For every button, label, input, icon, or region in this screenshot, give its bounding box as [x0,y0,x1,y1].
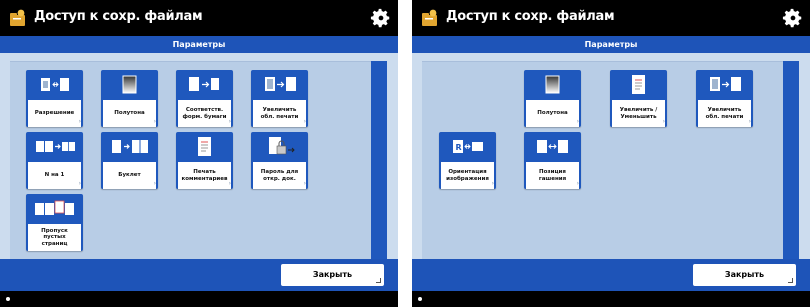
tile-label: Позиция гашения [538,169,567,182]
enlarge-print-area-icon [265,77,296,91]
tile-document-password[interactable]: Пароль для откр. док. › [251,132,308,189]
chevron-right-icon: › [662,118,665,125]
document-password-icon [269,137,295,155]
chevron-right-icon: › [576,180,579,187]
close-button-label: Закрыть [312,270,353,279]
folder-access-icon [10,9,25,26]
tile-label: Пропуск пустых страниц [41,227,68,247]
scroll-strip [783,61,799,259]
tile-halftone[interactable]: Полутона › [101,70,158,127]
tile-label: Соответств. форм. бумаги [182,107,227,120]
enlarge-print-area-icon [710,77,741,91]
options-area: Разрешение › Полутона › Соответств. форм… [10,61,371,259]
folder-access-icon [422,9,437,26]
chevron-right-icon: › [576,118,579,125]
close-button[interactable]: Закрыть [281,264,384,286]
tile-label: Буклет [118,172,141,179]
halftone-icon [545,75,560,94]
tile-print-comments[interactable]: Печать комментариев › [176,132,233,189]
tile-skip-blank-pages[interactable]: Пропуск пустых страниц [26,194,83,251]
corner-mark-icon [376,278,381,283]
status-dot-icon [418,297,422,301]
title-bar: Доступ к сохр. файлам [0,0,398,36]
gear-icon[interactable] [782,7,804,29]
tile-halftone[interactable]: Полутона › [524,70,581,127]
halftone-icon [122,75,137,94]
tile-label: Пароль для откр. док. [260,169,299,182]
corner-mark-icon [788,278,793,283]
status-dot-icon [6,297,10,301]
footer-bar: Закрыть [412,259,810,291]
tile-erase-position[interactable]: Позиция гашения › [524,132,581,189]
tile-zoom[interactable]: Увеличить / Уменьшить › [610,70,667,127]
close-button-label: Закрыть [724,270,765,279]
close-button[interactable]: Закрыть [693,264,796,286]
chevron-right-icon: › [303,180,306,187]
chevron-right-icon: › [228,180,231,187]
svg-text:R: R [456,143,462,152]
chevron-right-icon: › [153,180,156,187]
status-bar [412,291,810,307]
tile-label: N на 1 [44,172,65,179]
zoom-icon [632,75,645,94]
screen-left: Доступ к сохр. файлам Параметры Разрешен… [0,0,398,307]
app-title: Доступ к сохр. файлам [34,9,203,24]
skip-blank-pages-icon [35,200,74,215]
tile-label: Увеличить обл. печати [705,107,744,120]
chevron-right-icon: › [78,180,81,187]
tile-resolution[interactable]: Разрешение › [26,70,83,127]
chevron-right-icon: › [748,118,751,125]
paper-size-match-icon [189,77,219,91]
options-area: Полутона › Увеличить / Уменьшить › Увели… [422,61,783,259]
tile-label: Ориентация изображения [446,169,489,182]
panel-title: Параметры [412,36,810,53]
tile-booklet[interactable]: Буклет › [101,132,158,189]
tile-label: Увеличить / Уменьшить [619,107,658,120]
n-on-1-icon [36,141,75,152]
options-panel: Разрешение › Полутона › Соответств. форм… [0,53,398,259]
tile-label: Разрешение [34,110,75,117]
footer-bar: Закрыть [0,259,398,291]
panel-title: Параметры [0,36,398,53]
chevron-right-icon: › [78,118,81,125]
status-bar [0,291,398,307]
image-orientation-icon: R [453,140,483,153]
print-comments-icon [198,137,211,156]
booklet-icon [112,140,148,153]
tile-label: Увеличить обл. печати [260,107,299,120]
screen-right: Доступ к сохр. файлам Параметры Полутона… [412,0,810,307]
options-panel: Полутона › Увеличить / Уменьшить › Увели… [412,53,810,259]
resolution-icon [41,78,69,91]
tile-label: Полутона [537,110,568,117]
gear-icon[interactable] [370,7,392,29]
title-bar: Доступ к сохр. файлам [412,0,810,36]
tile-paper-match[interactable]: Соответств. форм. бумаги › [176,70,233,127]
chevron-right-icon: › [228,118,231,125]
tile-image-orientation[interactable]: R Ориентация изображения › [439,132,496,189]
tile-enlarge-print-area[interactable]: Увеличить обл. печати › [696,70,753,127]
tile-n-on-1[interactable]: N на 1 › [26,132,83,189]
chevron-right-icon: › [491,180,494,187]
scroll-strip [371,61,387,259]
tile-label: Печать комментариев [181,169,228,182]
chevron-right-icon: › [153,118,156,125]
app-title: Доступ к сохр. файлам [446,9,615,24]
tile-enlarge-print-area[interactable]: Увеличить обл. печати › [251,70,308,127]
erase-position-icon [537,140,568,153]
chevron-right-icon: › [303,118,306,125]
tile-label: Полутона [114,110,145,117]
